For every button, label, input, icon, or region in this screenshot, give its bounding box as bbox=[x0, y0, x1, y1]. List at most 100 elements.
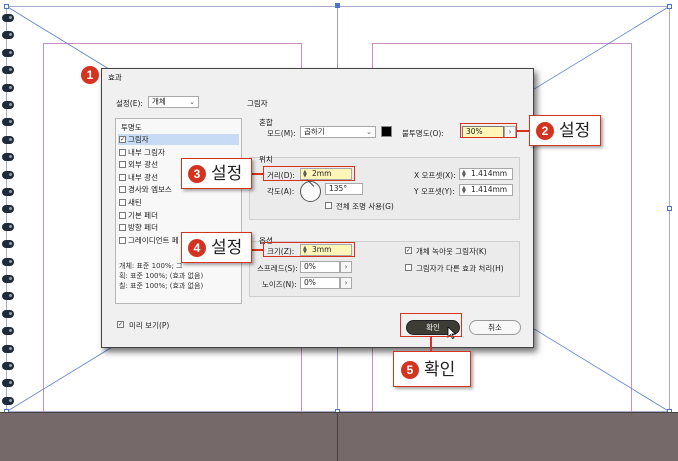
chevron-down-icon: ⌄ bbox=[189, 98, 195, 106]
effect-label: 그림자 bbox=[128, 135, 149, 144]
effect-checkbox[interactable]: ✓ bbox=[119, 136, 126, 143]
effect-item[interactable]: 내부 그림자 bbox=[118, 147, 239, 158]
step-5-badge: 5 bbox=[401, 361, 419, 379]
angle-dial[interactable] bbox=[300, 181, 321, 202]
effect-checkbox[interactable] bbox=[119, 199, 126, 206]
spiral-ring bbox=[2, 362, 14, 370]
effect-checkbox[interactable] bbox=[119, 161, 126, 169]
spiral-ring bbox=[2, 101, 14, 109]
effect-label: 방향 페더 bbox=[128, 223, 158, 233]
step-5-connector bbox=[430, 337, 432, 351]
section-label: 그림자 bbox=[247, 99, 268, 108]
spiral-ring bbox=[2, 327, 14, 336]
global-light-checkbox[interactable] bbox=[325, 202, 332, 209]
effect-item[interactable]: 새틴 bbox=[118, 197, 239, 208]
spiral-ring bbox=[2, 48, 14, 57]
step-2-callout: 2 설정 bbox=[529, 115, 601, 146]
stepper-arrows-icon: ▲ ▼ bbox=[462, 185, 466, 195]
step-5-callout: 5 확인 bbox=[393, 351, 471, 387]
dialog-title: 효과 bbox=[108, 73, 122, 82]
spiral-ring bbox=[2, 309, 14, 318]
distance-highlight-frame bbox=[263, 166, 355, 181]
blend-header: 혼합 bbox=[259, 118, 273, 127]
effect-checkbox[interactable] bbox=[119, 186, 126, 194]
step-4-connector bbox=[251, 249, 264, 251]
effect-checkbox[interactable] bbox=[119, 236, 126, 244]
step-4-callout: 4 설정 bbox=[181, 232, 252, 263]
opacity-label: 불투명도(O): bbox=[402, 129, 444, 138]
pasteboard bbox=[0, 412, 678, 461]
cancel-button[interactable]: 취소 bbox=[469, 320, 521, 335]
mode-select[interactable]: 곱하기 ⌄ bbox=[300, 126, 376, 138]
effect-checkbox[interactable] bbox=[119, 211, 126, 219]
mode-select-value: 곱하기 bbox=[304, 127, 325, 136]
spread-input[interactable]: 0% bbox=[300, 261, 340, 273]
frame-handle-right[interactable] bbox=[667, 206, 672, 211]
frame-handle-top[interactable] bbox=[335, 3, 340, 8]
effect-label: 내부 광선 bbox=[128, 172, 158, 182]
preview-checkbox[interactable]: ✓ bbox=[117, 321, 124, 328]
effect-label: 그레이디언트 페 bbox=[128, 235, 179, 245]
effects-list: 투명도 ✓ 그림자 내부 그림자 외부 광선 내부 광선 경사와 엠보스 새틴 기본 페더 방향… bbox=[115, 118, 242, 304]
chevron-down-icon: ⌄ bbox=[366, 128, 372, 136]
spread-label: 스프레드(S): bbox=[257, 264, 298, 273]
preview-label: 미리 보기(P) bbox=[129, 321, 170, 330]
spiral-ring bbox=[2, 118, 14, 127]
step-5-text: 확인 bbox=[424, 360, 456, 379]
size-highlight-frame bbox=[263, 242, 355, 257]
effect-item[interactable]: 기본 페더 bbox=[118, 210, 239, 221]
opacity-highlight-frame bbox=[460, 123, 517, 138]
noise-slider-button[interactable]: › bbox=[340, 277, 352, 289]
effect-label: 경사와 엠보스 bbox=[128, 185, 172, 195]
spiral-ring bbox=[2, 344, 14, 353]
y-offset-stepper[interactable]: ▲ ▼ 1.414mm bbox=[459, 184, 513, 196]
spiral-ring bbox=[2, 14, 14, 22]
x-offset-label: X 오프셋(X): bbox=[414, 171, 456, 180]
spiral-ring bbox=[2, 292, 14, 301]
frame-handle-tr[interactable] bbox=[667, 4, 672, 9]
step-3-callout: 3 설정 bbox=[181, 158, 252, 189]
effect-checkbox[interactable] bbox=[119, 148, 126, 156]
x-offset-value: 1.414mm bbox=[471, 169, 508, 178]
list-header-transparency[interactable]: 투명도 bbox=[118, 122, 239, 133]
effect-summary-line: 칠: 표준 100%; (효과 없음) bbox=[119, 282, 204, 290]
step-3-badge: 3 bbox=[188, 165, 206, 183]
honor-effects-label: 그림자가 다른 효과 처리(H) bbox=[416, 264, 504, 273]
frame-handle-tl[interactable] bbox=[4, 4, 9, 9]
settings-select-value: 개체 bbox=[152, 97, 166, 106]
effect-checkbox[interactable] bbox=[119, 173, 126, 181]
y-offset-label: Y 오프셋(Y): bbox=[414, 187, 455, 196]
spread-slider-button[interactable]: › bbox=[340, 261, 352, 273]
spiral-ring bbox=[2, 153, 14, 162]
spiral-ring bbox=[2, 31, 14, 40]
spiral-ring bbox=[2, 275, 14, 283]
stepper-arrows-icon: ▲ ▼ bbox=[462, 169, 466, 179]
position-header: 위치 bbox=[259, 155, 273, 164]
settings-label: 설정(E): bbox=[116, 99, 143, 108]
angle-input[interactable]: 135° bbox=[325, 183, 363, 195]
shadow-color-swatch[interactable] bbox=[381, 126, 392, 137]
spiral-ring bbox=[2, 240, 14, 249]
effect-item[interactable]: ✓ 그림자 bbox=[118, 134, 239, 145]
ok-highlight-frame bbox=[400, 313, 462, 337]
step-4-badge: 4 bbox=[188, 239, 206, 257]
spiral-ring bbox=[2, 205, 14, 214]
step-1-badge: 1 bbox=[81, 66, 99, 84]
effect-label: 새틴 bbox=[128, 198, 142, 207]
settings-select[interactable]: 개체 ⌄ bbox=[148, 96, 199, 108]
noise-input[interactable]: 0% bbox=[300, 277, 340, 289]
y-offset-value: 1.414mm bbox=[471, 185, 508, 194]
honor-effects-checkbox[interactable] bbox=[405, 264, 412, 271]
effects-dialog: 효과 설정(E): 개체 ⌄ 그림자 투명도 ✓ 그림자 내부 그림자 외부 광선 내부… bbox=[101, 68, 534, 348]
noise-label: 노이즈(N): bbox=[262, 280, 297, 289]
effect-checkbox[interactable] bbox=[119, 224, 126, 232]
knockout-checkbox[interactable]: ✓ bbox=[405, 247, 412, 254]
global-light-label: 전체 조명 사용(G) bbox=[336, 202, 394, 211]
spiral-ring bbox=[2, 66, 14, 75]
spiral-ring bbox=[2, 257, 14, 266]
mode-label: 모드(M): bbox=[267, 129, 296, 138]
spiral-ring bbox=[2, 135, 14, 144]
x-offset-stepper[interactable]: ▲ ▼ 1.414mm bbox=[459, 168, 513, 180]
spiral-ring bbox=[2, 83, 14, 92]
effect-label: 기본 페더 bbox=[128, 210, 158, 220]
